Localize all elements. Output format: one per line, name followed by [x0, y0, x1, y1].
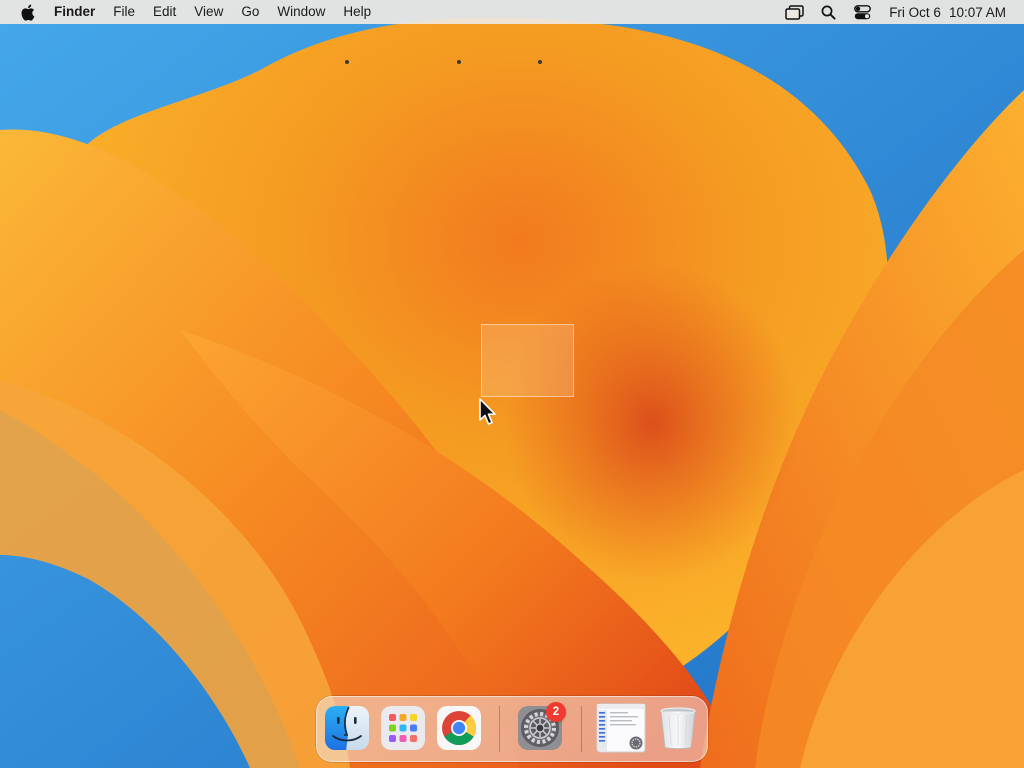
- clock-time: 10:07 AM: [948, 4, 1006, 20]
- apple-logo-icon[interactable]: [17, 2, 37, 22]
- system-settings-running-indicator: [538, 60, 542, 64]
- clock-date: Fri Oct 6: [889, 4, 941, 20]
- menu-file[interactable]: File: [104, 0, 144, 24]
- menu-bar-clock[interactable]: Fri Oct 6 10:07 AM: [889, 5, 1006, 20]
- dock-separator: [581, 706, 582, 752]
- finder-icon[interactable]: [324, 705, 370, 751]
- trash-icon[interactable]: [655, 705, 701, 751]
- desktop-selection-marquee: [481, 324, 574, 397]
- menu-go[interactable]: Go: [232, 0, 268, 24]
- chrome-icon[interactable]: [436, 705, 482, 751]
- menu-window[interactable]: Window: [268, 0, 334, 24]
- dock: [316, 696, 708, 762]
- menu-view[interactable]: View: [185, 0, 232, 24]
- downloads-stack-icon[interactable]: [596, 703, 646, 753]
- screen-mirroring-icon[interactable]: [781, 0, 807, 24]
- notification-badge: 2: [546, 702, 566, 722]
- finder-running-indicator: [345, 60, 349, 64]
- dock-separator: [499, 706, 500, 752]
- control-center-icon[interactable]: [849, 0, 875, 24]
- chrome-running-indicator: [457, 60, 461, 64]
- menu-app-name[interactable]: Finder: [45, 0, 104, 24]
- spotlight-search-icon[interactable]: [815, 0, 841, 24]
- menu-help[interactable]: Help: [334, 0, 380, 24]
- menu-bar: Finder File Edit View Go Window Help Fri…: [0, 0, 1024, 24]
- menu-edit[interactable]: Edit: [144, 0, 185, 24]
- mouse-pointer-icon: [479, 398, 496, 425]
- launchpad-icon[interactable]: [380, 705, 426, 751]
